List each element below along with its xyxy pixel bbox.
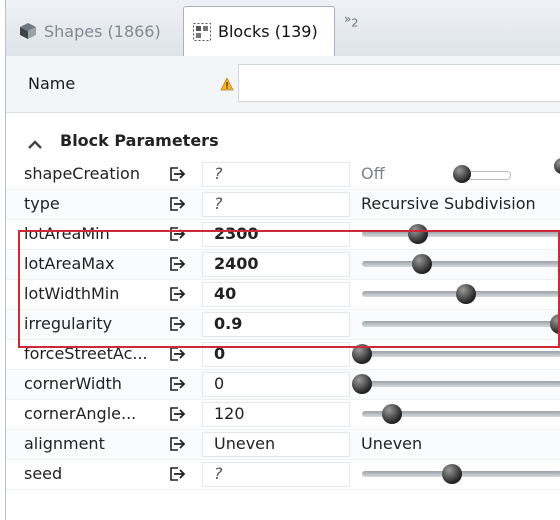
tab-shapes[interactable]: Shapes (1866): [10, 6, 182, 56]
connect-icon[interactable]: [169, 316, 187, 332]
param-slider[interactable]: [352, 374, 560, 394]
inspector-panel: Shapes (1866) Blocks (139) »2 Name Block…: [5, 0, 560, 520]
param-value: Uneven: [214, 434, 276, 453]
param-value-field[interactable]: [202, 162, 350, 187]
name-row: Name: [6, 56, 560, 113]
slider-knob[interactable]: [408, 224, 428, 244]
connect-icon[interactable]: [169, 376, 187, 392]
param-value-field[interactable]: [202, 192, 350, 217]
param-slider[interactable]: [362, 224, 560, 244]
name-label: Name: [28, 74, 76, 93]
param-row: irregularity 0.9: [6, 310, 560, 340]
extra-toggle-knob[interactable]: [554, 158, 560, 174]
warning-icon: [220, 76, 234, 91]
slider-track: [362, 351, 560, 357]
section-title: Block Parameters: [60, 130, 219, 150]
connect-icon[interactable]: [169, 346, 187, 362]
param-value: ?: [214, 464, 223, 483]
param-slider[interactable]: [362, 404, 560, 424]
connect-icon[interactable]: [169, 286, 187, 302]
connect-icon[interactable]: [169, 466, 187, 482]
param-control-text[interactable]: Recursive Subdivision: [361, 194, 536, 213]
param-name: lotAreaMin: [24, 224, 110, 243]
param-row: shapeCreation? Off: [6, 158, 560, 190]
slider-track: [362, 261, 560, 267]
param-row: lotAreaMax 2400: [6, 250, 560, 280]
param-name: lotAreaMax: [24, 254, 115, 273]
param-name: cornerAngle...: [24, 404, 137, 423]
tab-overflow-button[interactable]: »2: [344, 12, 358, 29]
slider-track: [362, 321, 560, 327]
param-value: 0: [214, 374, 225, 393]
toggle-knob[interactable]: [453, 165, 471, 183]
slider-knob[interactable]: [442, 464, 462, 484]
param-control-text[interactable]: Uneven: [361, 434, 422, 453]
param-value-field[interactable]: [202, 462, 350, 487]
param-value: 40: [214, 284, 237, 303]
slider-knob[interactable]: [352, 374, 372, 394]
connect-icon[interactable]: [169, 406, 187, 422]
slider-knob[interactable]: [456, 284, 476, 304]
param-name: alignment: [24, 434, 105, 453]
param-name: type: [24, 194, 60, 213]
connect-icon[interactable]: [169, 226, 187, 242]
block-parameters-header[interactable]: Block Parameters: [6, 124, 560, 156]
param-name: forceStreetAc...: [24, 344, 148, 363]
param-value: ?: [214, 194, 223, 213]
param-name: shapeCreation: [24, 164, 140, 183]
slider-knob[interactable]: [412, 254, 432, 274]
param-row: seed?: [6, 460, 560, 490]
connect-icon[interactable]: [169, 196, 187, 212]
param-row: lotAreaMin 2300: [6, 220, 560, 250]
param-row: lotWidthMin 40: [6, 280, 560, 310]
param-slider[interactable]: [362, 254, 560, 274]
connect-icon[interactable]: [169, 166, 187, 182]
param-row: cornerWidth 0: [6, 370, 560, 400]
connect-icon[interactable]: [169, 256, 187, 272]
param-name: irregularity: [24, 314, 113, 333]
toggle-state-label: Off: [361, 164, 385, 183]
param-name: lotWidthMin: [24, 284, 120, 303]
tab-shapes-label: Shapes (1866): [44, 21, 161, 41]
slider-knob[interactable]: [382, 404, 402, 424]
slider-track: [362, 231, 560, 237]
param-slider[interactable]: [362, 314, 560, 334]
overflow-count: 2: [351, 16, 359, 30]
param-value: 120: [214, 404, 245, 423]
param-slider[interactable]: [352, 344, 560, 364]
param-value-field[interactable]: [202, 372, 350, 397]
blocks-icon: [192, 22, 212, 42]
param-row: forceStreetAc... 0: [6, 340, 560, 370]
param-slider[interactable]: [362, 464, 560, 484]
tab-bar: Shapes (1866) Blocks (139) »2: [6, 0, 560, 57]
param-value: 2400: [214, 254, 259, 273]
param-slider[interactable]: [362, 284, 560, 304]
param-value: 0.9: [214, 314, 243, 333]
param-row: cornerAngle... 120: [6, 400, 560, 430]
cube-icon: [18, 21, 38, 41]
param-value: ?: [214, 164, 223, 183]
slider-knob[interactable]: [352, 344, 372, 364]
connect-icon[interactable]: [169, 436, 187, 452]
param-name: cornerWidth: [24, 374, 122, 393]
param-row: alignment Uneven Uneven: [6, 430, 560, 460]
param-value: 0: [214, 344, 226, 363]
name-field[interactable]: [238, 64, 560, 102]
parameter-list: shapeCreation? Off type? Recursive Subdivis…: [6, 158, 560, 490]
param-toggle[interactable]: [453, 165, 511, 183]
slider-track: [362, 381, 560, 387]
slider-knob[interactable]: [550, 314, 560, 334]
tab-blocks[interactable]: Blocks (139): [183, 6, 335, 56]
param-row: type? Recursive Subdivision: [6, 190, 560, 220]
tab-blocks-label: Blocks (139): [218, 22, 318, 41]
param-name: seed: [24, 464, 63, 483]
param-value: 2300: [214, 224, 259, 243]
chevron-up-icon: [28, 135, 42, 149]
